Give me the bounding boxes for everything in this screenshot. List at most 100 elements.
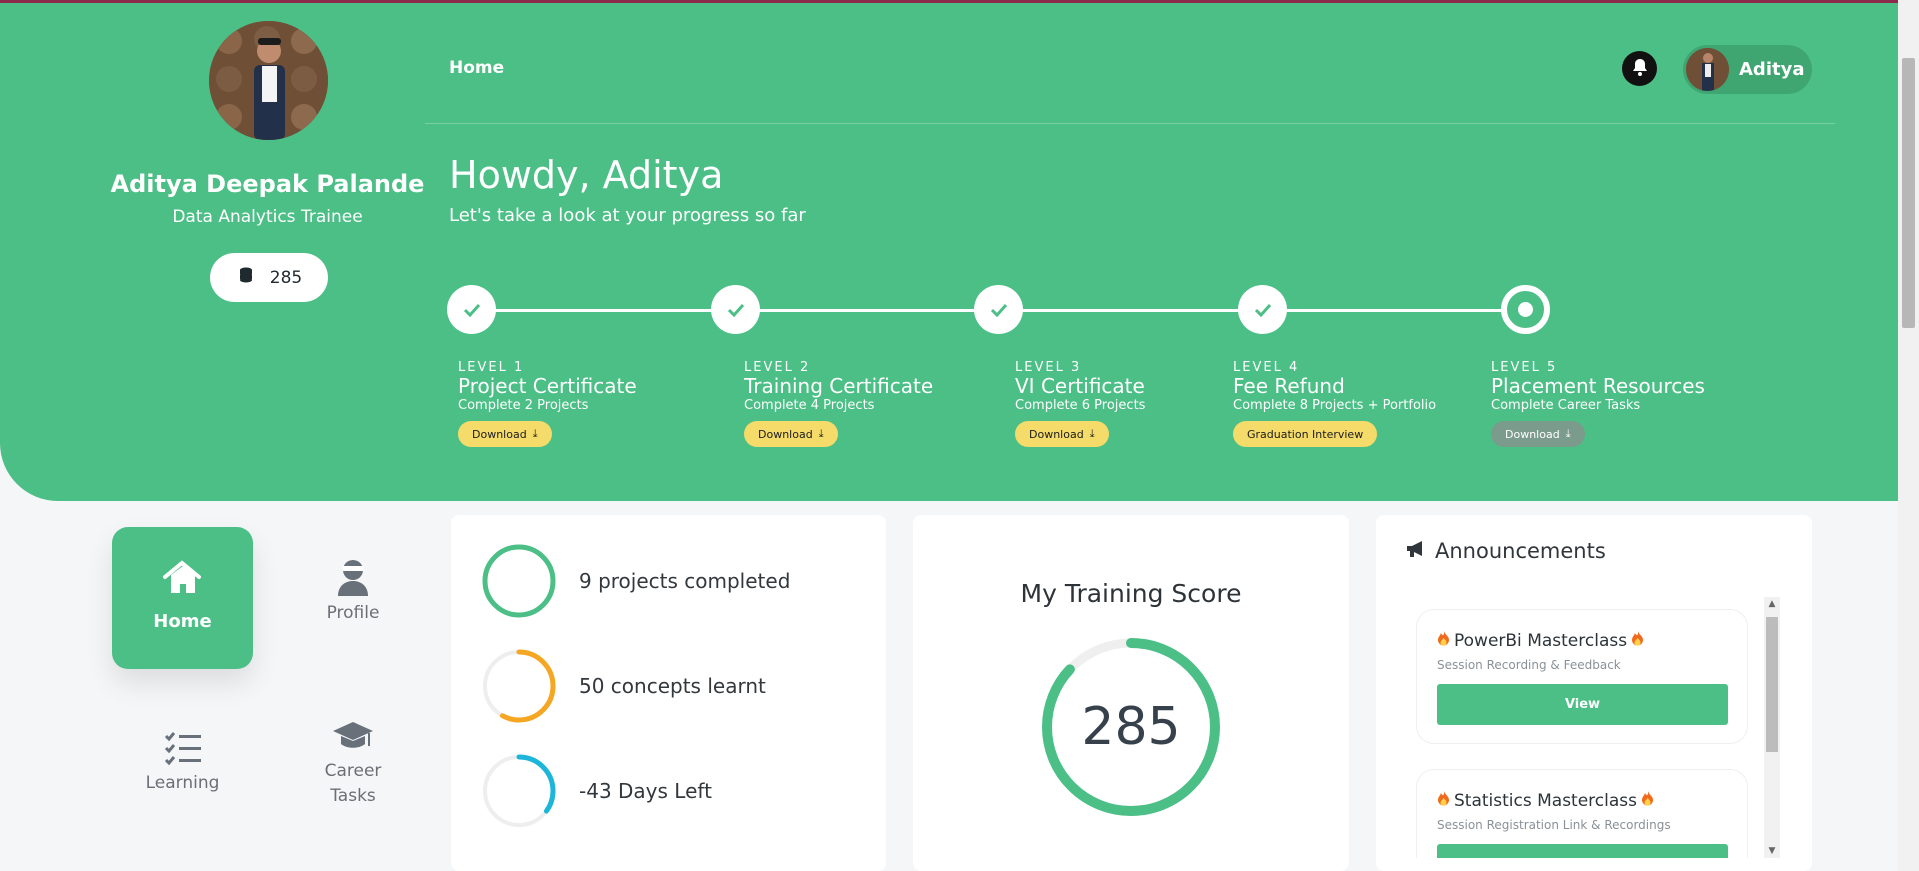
days-progress-ring [482, 754, 556, 828]
level-4-node [1238, 285, 1287, 334]
stat-projects: 9 projects completed [481, 543, 790, 619]
stat-concepts: 50 concepts learnt [481, 648, 766, 724]
breadcrumb-home[interactable]: Home [449, 58, 504, 78]
level-1-download-button[interactable]: Download ⤓ [458, 421, 552, 447]
coins-icon [236, 266, 256, 289]
level-tag: LEVEL 1 [458, 360, 525, 375]
training-score-card: My Training Score 285 [913, 515, 1349, 871]
nav-learning[interactable]: Learning [144, 731, 221, 796]
announcement-title: Statistics Masterclass [1454, 790, 1637, 811]
announcements-scrollbar[interactable]: ▲ ▼ [1764, 597, 1780, 858]
announcements-list[interactable]: PowerBi Masterclass Session Recording & … [1416, 597, 1782, 858]
level-1-node [447, 285, 496, 334]
announcement-subtitle: Session Recording & Feedback [1437, 658, 1621, 672]
level-description: Complete 2 Projects [458, 398, 589, 413]
greeting-title: Howdy, Aditya [449, 153, 724, 197]
level-2-node [711, 285, 760, 334]
level-title: Fee Refund [1233, 374, 1345, 398]
check-icon [990, 303, 1007, 317]
stats-card: 9 projects completed 50 concepts learnt … [451, 515, 886, 871]
announcement-subtitle: Session Registration Link & Recordings [1437, 818, 1671, 832]
announcement-title-row: PowerBi Masterclass [1437, 630, 1727, 651]
notification-bell-button[interactable] [1622, 51, 1657, 86]
graduation-interview-button[interactable]: Graduation Interview [1233, 421, 1378, 447]
announcements-title: Announcements [1435, 539, 1606, 563]
task-list-icon [164, 732, 201, 766]
announcement-item: PowerBi Masterclass Session Recording & … [1416, 609, 1748, 744]
check-icon [463, 303, 480, 317]
nav-career-label-line-1: Career [324, 761, 382, 781]
download-icon: ⤓ [532, 427, 538, 440]
announcement-view-button[interactable]: View [1437, 684, 1728, 725]
coins-value: 285 [269, 267, 303, 288]
level-title: Project Certificate [458, 374, 637, 398]
projects-progress-ring [482, 544, 556, 618]
announcements-scroll-thumb[interactable] [1766, 617, 1778, 752]
level-2-download-button[interactable]: Download ⤓ [744, 421, 838, 447]
check-icon [727, 303, 744, 317]
level-5-download-button[interactable]: Download ⤓ [1491, 421, 1585, 447]
scroll-down-icon[interactable]: ▼ [1764, 846, 1780, 856]
level-title: Training Certificate [744, 374, 934, 398]
download-icon: ⤓ [1565, 427, 1571, 440]
level-1: LEVEL 1 Project Certificate Complete 2 P… [458, 360, 637, 447]
nav-home[interactable]: Home [112, 527, 253, 669]
level-4: LEVEL 4 Fee Refund Complete 8 Projects +… [1233, 360, 1436, 447]
graduation-cap-icon [333, 722, 373, 748]
student-role: Data Analytics Trainee [172, 207, 363, 227]
stat-projects-text: 9 projects completed [579, 569, 791, 593]
nav-home-label: Home [153, 611, 212, 632]
nav-learning-label: Learning [145, 773, 220, 793]
stat-concepts-text: 50 concepts learnt [579, 674, 766, 698]
concepts-progress-ring [482, 649, 556, 723]
user-name: Aditya [1739, 59, 1805, 80]
nav-profile[interactable]: Profile [318, 558, 388, 626]
level-5: LEVEL 5 Placement Resources Complete Car… [1491, 360, 1705, 447]
level-title: Placement Resources [1491, 374, 1705, 398]
page-scroll-thumb[interactable] [1902, 58, 1915, 328]
fire-icon [1437, 630, 1450, 651]
training-score-value: 285 [1081, 697, 1181, 757]
greeting-subtitle: Let's take a look at your progress so fa… [449, 205, 806, 226]
level-description: Complete 6 Projects [1015, 398, 1146, 413]
fire-icon [1641, 790, 1654, 811]
level-tag: LEVEL 2 [744, 360, 811, 375]
current-level-dot-icon [1518, 302, 1533, 317]
announcement-view-button[interactable]: View [1437, 844, 1728, 858]
megaphone-icon [1405, 539, 1427, 563]
level-tag: LEVEL 4 [1233, 360, 1300, 375]
stat-days-text: -43 Days Left [579, 779, 712, 803]
fire-icon [1437, 790, 1450, 811]
nav-career-tasks[interactable]: Career Tasks [318, 721, 388, 809]
level-description: Complete 4 Projects [744, 398, 875, 413]
level-title: VI Certificate [1015, 374, 1145, 398]
announcements-header: Announcements [1405, 539, 1606, 563]
level-tag: LEVEL 3 [1015, 360, 1082, 375]
download-icon: ⤓ [818, 427, 824, 440]
user-avatar [1686, 48, 1729, 91]
student-name: Aditya Deepak Palande [110, 170, 425, 198]
level-3-node [974, 285, 1023, 334]
bell-icon [1632, 58, 1648, 80]
home-icon [163, 560, 201, 593]
level-3-download-button[interactable]: Download ⤓ [1015, 421, 1109, 447]
training-score-title: My Training Score [1020, 579, 1242, 608]
check-icon [1254, 303, 1271, 317]
scroll-up-icon[interactable]: ▲ [1764, 599, 1780, 609]
profile-icon [338, 560, 368, 596]
level-description: Complete 8 Projects + Portfolio [1233, 398, 1437, 413]
user-menu-button[interactable]: Aditya [1683, 45, 1812, 94]
announcement-title-row: Statistics Masterclass [1437, 790, 1727, 811]
nav-career-label-line-2: Tasks [330, 786, 376, 806]
profile-photo [209, 21, 328, 140]
download-icon: ⤓ [1089, 427, 1095, 440]
nav-profile-label: Profile [326, 603, 380, 623]
fire-icon [1631, 630, 1644, 651]
coins-badge[interactable]: 285 [210, 253, 328, 302]
level-tag: LEVEL 5 [1491, 360, 1558, 375]
announcement-item: Statistics Masterclass Session Registrat… [1416, 769, 1748, 858]
page-scrollbar[interactable] [1898, 0, 1919, 871]
level-5-node [1501, 285, 1550, 334]
announcement-title: PowerBi Masterclass [1454, 630, 1628, 651]
profile-avatar [209, 21, 328, 140]
